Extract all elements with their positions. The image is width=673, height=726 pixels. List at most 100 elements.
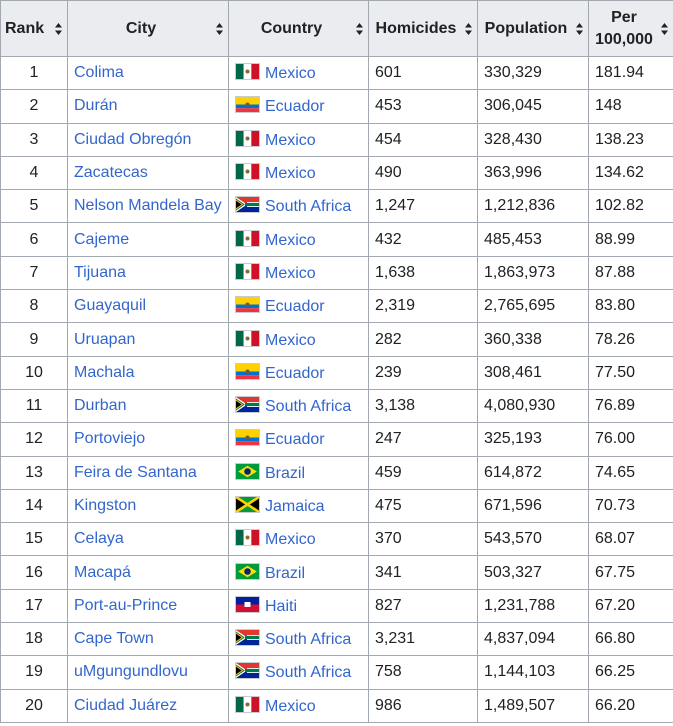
population-cell: 2,765,695	[477, 289, 589, 324]
column-header-homicides[interactable]: Homicides	[368, 0, 478, 57]
mexico-flag-icon	[235, 529, 260, 547]
city-link[interactable]: Ciudad Obregón	[74, 131, 191, 148]
rank-cell: 12	[0, 422, 68, 457]
sort-icon[interactable]	[661, 22, 668, 35]
rank-cell: 8	[0, 289, 68, 324]
column-header-label: Rank	[5, 19, 45, 37]
country-cell: Mexico	[228, 155, 369, 191]
mexico-flag-icon	[235, 163, 260, 181]
country-link[interactable]: Mexico	[265, 531, 316, 548]
city-cell: Durban	[67, 388, 229, 424]
table-row: 19 uMgungundlovu South Africa 758 1,144,103 6…	[0, 655, 673, 690]
rank-cell: 9	[0, 322, 68, 357]
city-link[interactable]: Celaya	[74, 530, 124, 547]
country-cell: Mexico	[228, 322, 369, 357]
city-cell: Celaya	[67, 522, 229, 557]
country-link[interactable]: Ecuador	[265, 98, 325, 115]
homicides-cell: 454	[368, 122, 478, 157]
table-row: 20 Ciudad Juárez Mexico 986 1,489,507 66.20	[0, 688, 673, 723]
city-link[interactable]: Guayaquil	[74, 297, 146, 314]
country-link[interactable]: Mexico	[265, 698, 316, 715]
sort-icon[interactable]	[465, 22, 472, 35]
country-link[interactable]: Ecuador	[265, 298, 325, 315]
population-cell: 671,596	[477, 488, 589, 524]
brazil-flag-icon	[235, 562, 260, 580]
city-link[interactable]: Portoviejo	[74, 430, 145, 447]
column-header-country[interactable]: Country	[228, 0, 369, 57]
mexico-flag-icon	[235, 129, 260, 147]
country-link[interactable]: Ecuador	[265, 365, 325, 382]
country-cell: Ecuador	[228, 422, 369, 457]
city-cell: Uruapan	[67, 322, 229, 357]
city-link[interactable]: Cape Town	[74, 630, 154, 647]
table-row: 18 Cape Town South Africa 3,231 4,837,094 66.…	[0, 622, 673, 657]
country-cell: Mexico	[228, 688, 369, 723]
rank-cell: 7	[0, 255, 68, 291]
rate-cell: 66.25	[588, 655, 673, 690]
population-cell: 363,996	[477, 155, 589, 191]
city-cell: Colima	[67, 55, 229, 91]
country-link[interactable]: Brazil	[265, 465, 305, 482]
table-row: 3 Ciudad Obregón Mexico 454 328,430 138.23	[0, 122, 673, 157]
column-header-rank[interactable]: Rank	[0, 0, 68, 57]
column-header-population[interactable]: Population	[477, 0, 589, 57]
rank-cell: 4	[0, 155, 68, 191]
column-header-per-100000[interactable]: Per 100,000	[588, 0, 673, 57]
city-cell: Durán	[67, 89, 229, 124]
sort-icon[interactable]	[356, 22, 363, 35]
country-link[interactable]: Mexico	[265, 265, 316, 282]
country-link[interactable]: Jamaica	[265, 498, 325, 515]
city-link[interactable]: Zacatecas	[74, 164, 148, 181]
table-row: 1 Colima Mexico 601 330,329 181.94	[0, 55, 673, 91]
rank-cell: 10	[0, 355, 68, 390]
table-row: 6 Cajeme Mexico 432 485,453 88.99	[0, 222, 673, 257]
rank-cell: 3	[0, 122, 68, 157]
population-cell: 1,231,788	[477, 588, 589, 624]
country-link[interactable]: Mexico	[265, 232, 316, 249]
city-link[interactable]: Cajeme	[74, 231, 129, 248]
city-link[interactable]: Tijuana	[74, 264, 126, 281]
city-link[interactable]: Port-au-Prince	[74, 597, 177, 614]
column-header-city[interactable]: City	[67, 0, 229, 57]
city-link[interactable]: Durban	[74, 397, 126, 414]
table-row: 11 Durban South Africa 3,138 4,080,930 76.89	[0, 388, 673, 424]
sort-icon[interactable]	[576, 22, 583, 35]
city-link[interactable]: Uruapan	[74, 331, 135, 348]
city-link[interactable]: Durán	[74, 97, 118, 114]
sort-icon[interactable]	[55, 22, 62, 35]
country-link[interactable]: South Africa	[265, 398, 351, 415]
country-cell: Brazil	[228, 555, 369, 590]
population-cell: 4,080,930	[477, 388, 589, 424]
table-row: 16 Macapá Brazil 341 503,327 67.75	[0, 555, 673, 590]
city-link[interactable]: Ciudad Juárez	[74, 697, 177, 714]
city-link[interactable]: Machala	[74, 364, 134, 381]
country-link[interactable]: Ecuador	[265, 431, 325, 448]
city-link[interactable]: Macapá	[74, 564, 131, 581]
country-link[interactable]: Haiti	[265, 598, 297, 615]
country-link[interactable]: Mexico	[265, 65, 316, 82]
country-link[interactable]: Mexico	[265, 332, 316, 349]
rank-cell: 15	[0, 522, 68, 557]
table-body: 1 Colima Mexico 601 330,329 181.94 2 Durán Ecuad…	[0, 55, 673, 723]
country-cell: Mexico	[228, 55, 369, 91]
country-link[interactable]: South Africa	[265, 631, 351, 648]
city-cell: Portoviejo	[67, 422, 229, 457]
city-link[interactable]: Colima	[74, 64, 124, 81]
sort-icon[interactable]	[216, 22, 223, 35]
ecuador-flag-icon	[235, 429, 260, 447]
city-link[interactable]: Feira de Santana	[74, 464, 197, 481]
rate-cell: 77.50	[588, 355, 673, 390]
population-cell: 306,045	[477, 89, 589, 124]
country-link[interactable]: South Africa	[265, 198, 351, 215]
rate-cell: 102.82	[588, 189, 673, 224]
city-link[interactable]: uMgungundlovu	[74, 663, 188, 680]
city-link[interactable]: Kingston	[74, 497, 136, 514]
rate-cell: 88.99	[588, 222, 673, 257]
country-link[interactable]: South Africa	[265, 664, 351, 681]
country-link[interactable]: Brazil	[265, 565, 305, 582]
country-link[interactable]: Mexico	[265, 165, 316, 182]
table-row: 4 Zacatecas Mexico 490 363,996 134.62	[0, 155, 673, 191]
city-link[interactable]: Nelson Mandela Bay	[74, 197, 222, 214]
country-link[interactable]: Mexico	[265, 132, 316, 149]
population-cell: 1,489,507	[477, 688, 589, 723]
